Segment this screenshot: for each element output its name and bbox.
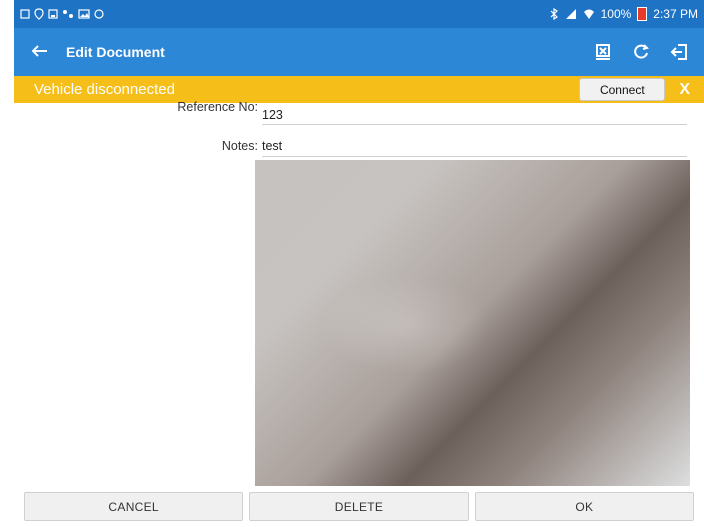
status-icons-left [14,8,104,20]
status-time: 2:37 PM [653,7,698,21]
signal-icon [565,8,577,20]
status-icons-right: 100% 2:37 PM [549,7,704,21]
battery-percent-text: 100% [600,7,632,21]
reference-underline [262,124,687,125]
back-arrow-icon[interactable] [31,42,66,63]
notes-underline [262,156,687,157]
wifi-icon [583,8,595,20]
banner-text: Vehicle disconnected [34,81,175,98]
device-icon [20,9,30,19]
document-photo [255,160,690,487]
bottom-actions: CANCEL DELETE OK [14,486,704,527]
status-bar: 100% 2:37 PM [14,0,704,28]
document-form: Reference No: 123 Notes: test [14,100,704,487]
storage-icon [48,9,58,19]
reference-row: Reference No: 123 [14,100,704,135]
sync-icon [94,9,104,19]
app-bar-actions [592,41,704,63]
notes-input[interactable]: test [262,139,687,153]
reference-input[interactable]: 123 [262,108,687,122]
battery-icon [637,7,648,21]
reference-label: Reference No: [177,100,258,114]
ok-button[interactable]: OK [474,492,694,521]
delete-button[interactable]: DELETE [249,492,469,521]
app-bar: Edit Document [14,28,704,76]
remove-image-icon[interactable] [592,41,614,63]
refresh-icon[interactable] [630,41,652,63]
page-title: Edit Document [66,44,165,60]
logout-icon[interactable] [668,41,690,63]
connect-button[interactable]: Connect [579,78,666,101]
dismiss-banner-button[interactable]: X [679,81,690,99]
location-icon [34,8,44,20]
network-icon [62,9,74,19]
vehicle-banner: Vehicle disconnected Connect X [14,76,704,103]
cancel-button[interactable]: CANCEL [24,492,244,521]
notes-label: Notes: [221,139,258,153]
bluetooth-icon [549,8,559,20]
gallery-icon [78,9,90,19]
